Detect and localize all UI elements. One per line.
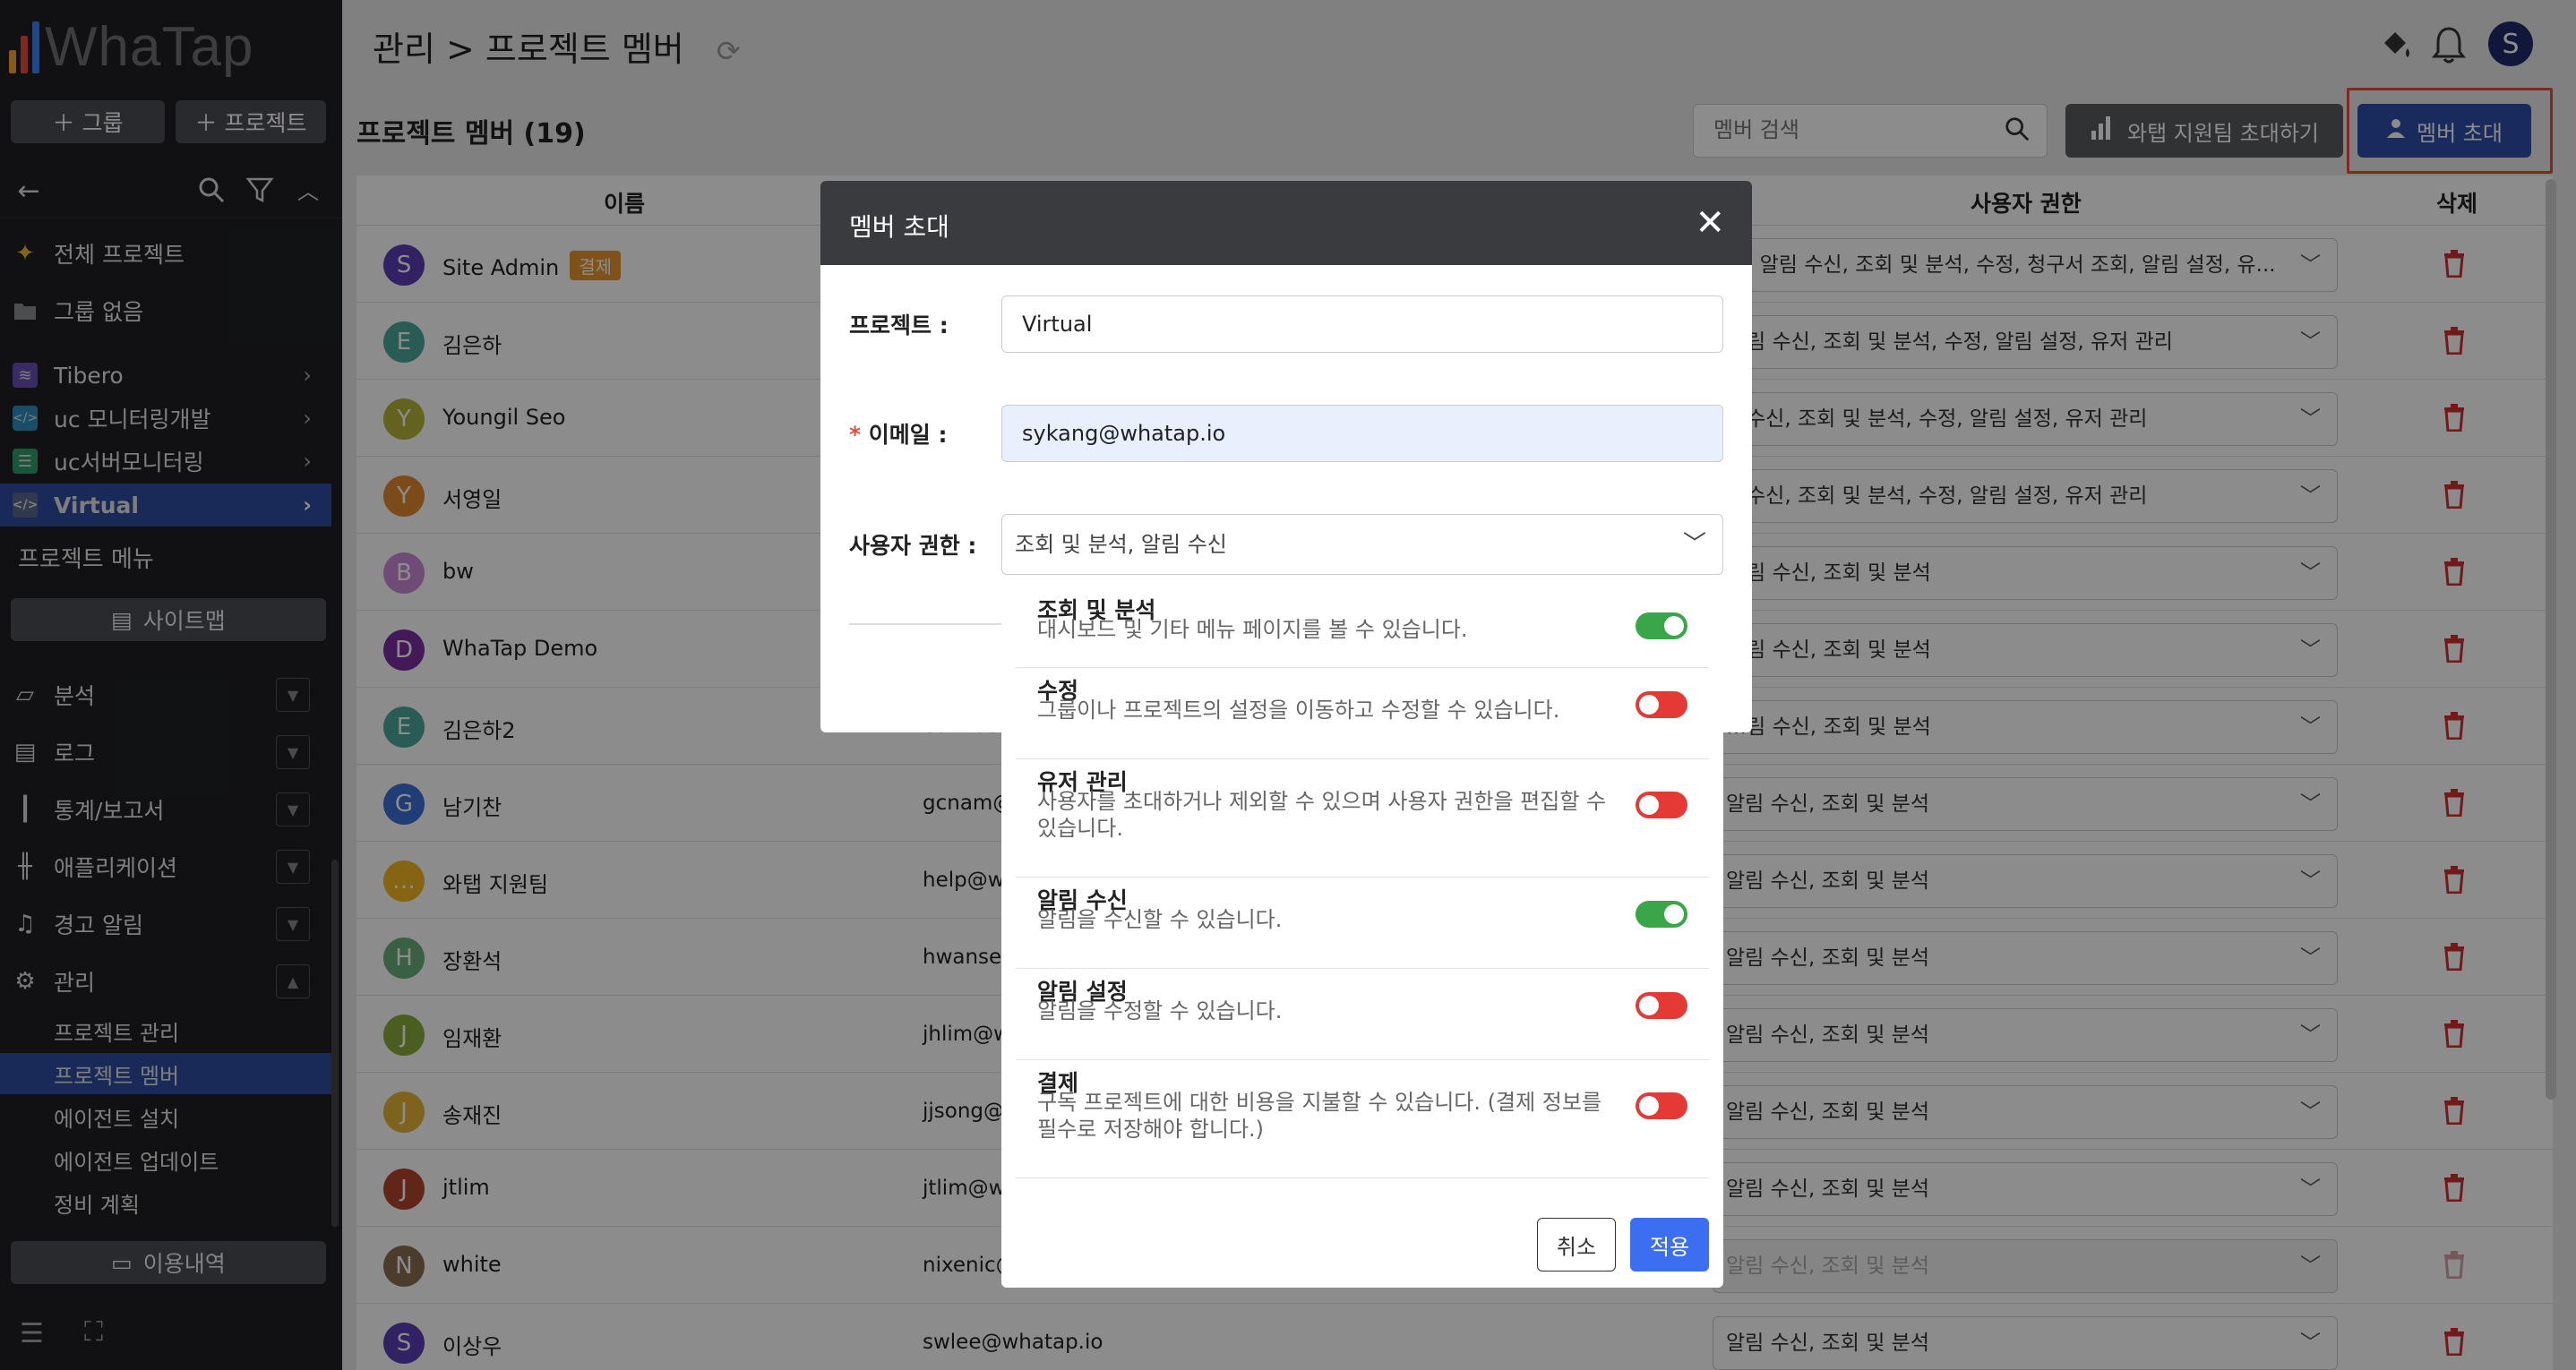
toggle-knob [1639, 695, 1659, 715]
permission-toggle[interactable] [1636, 1092, 1687, 1119]
permission-toggle[interactable] [1636, 691, 1687, 718]
permission-toggle[interactable] [1636, 792, 1687, 818]
email-field-label: * 이메일 : [849, 417, 948, 450]
permission-description: 알림을 수신할 수 있습니다. [1037, 907, 1283, 932]
permission-description: 사용자를 초대하거나 제외할 수 있으며 사용자 권한을 편집할 수 있습니다. [1037, 789, 1607, 841]
apply-button[interactable]: 적용 [1630, 1218, 1709, 1272]
permission-toggle[interactable] [1636, 992, 1687, 1019]
required-mark: * [849, 422, 862, 448]
permission-option: 유저 관리 사용자를 초대하거나 제외할 수 있으며 사용자 권한을 편집할 수 … [1016, 759, 1709, 878]
permission-description: 그룹이나 프로젝트의 설정을 이동하고 수정할 수 있습니다. [1037, 698, 1560, 723]
permission-toggle[interactable] [1636, 612, 1687, 639]
toggle-knob [1639, 795, 1659, 815]
toggle-knob [1664, 904, 1684, 924]
permission-description: 구독 프로젝트에 대한 비용을 지불할 수 있습니다. (결제 정보를 필수로 … [1037, 1090, 1602, 1142]
permission-option: 알림 설정 알림을 수정할 수 있습니다. [1016, 969, 1709, 1060]
permission-option: 수정 그룹이나 프로젝트의 설정을 이동하고 수정할 수 있습니다. [1016, 668, 1709, 759]
permission-toggle[interactable] [1636, 901, 1687, 928]
cancel-button[interactable]: 취소 [1537, 1218, 1616, 1272]
divider [849, 623, 1001, 625]
permission-dropdown: 조회 및 분석 대시보드 및 기타 메뉴 페이지를 볼 수 있습니다. 수정 그룹이나… [1001, 577, 1723, 1288]
permission-option: 결제 구독 프로젝트에 대한 비용을 지불할 수 있습니다. (결제 정보를 필수… [1016, 1060, 1709, 1178]
permission-select-value: 조회 및 분석, 알림 수신 [1015, 532, 1227, 557]
permission-description: 대시보드 및 기타 메뉴 페이지를 볼 수 있습니다. [1037, 617, 1468, 642]
permission-option: 알림 수신 알림을 수신할 수 있습니다. [1016, 878, 1709, 969]
modal-title: 멤버 초대 [849, 212, 949, 242]
toggle-knob [1639, 996, 1659, 1015]
permission-description: 알림을 수정할 수 있습니다. [1037, 998, 1283, 1023]
chevron-down-icon: ﹀ [1682, 531, 1706, 558]
toggle-knob [1639, 1096, 1659, 1116]
toggle-knob [1664, 616, 1684, 636]
project-field[interactable]: Virtual [1001, 295, 1723, 353]
email-field[interactable]: sykang@whatap.io [1001, 405, 1723, 462]
close-icon[interactable]: ✕ [1695, 202, 1725, 244]
permission-option: 조회 및 분석 대시보드 및 기타 메뉴 페이지를 볼 수 있습니다. [1016, 593, 1709, 668]
project-field-label: 프로젝트 : [849, 313, 949, 338]
permission-select[interactable]: 조회 및 분석, 알림 수신 ﹀ [1001, 514, 1723, 575]
modal-header: 멤버 초대 ✕ [820, 181, 1752, 265]
email-label-text: 이메일 : [868, 422, 948, 448]
permission-field-label: 사용자 권한 : [849, 533, 977, 559]
